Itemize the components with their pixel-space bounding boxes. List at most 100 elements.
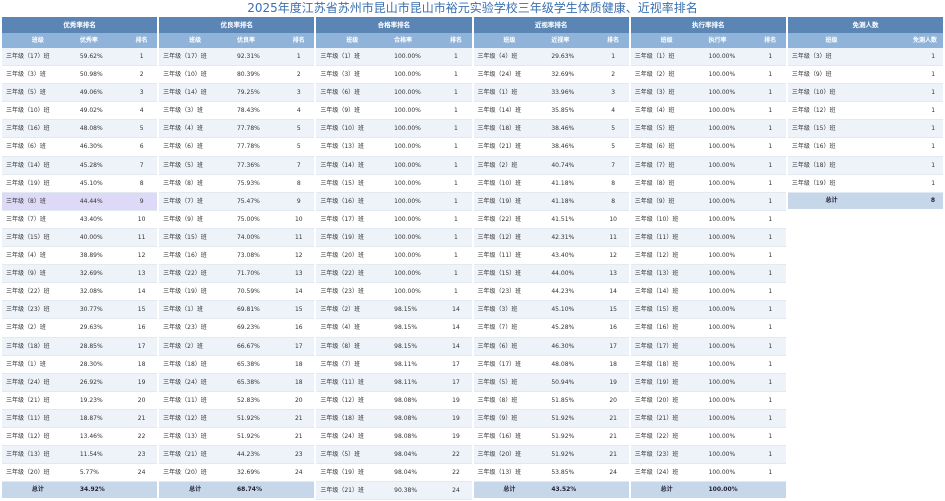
table-row-cell: 三年级（18）班 xyxy=(791,161,836,169)
table-header-cell: 班级 xyxy=(346,37,359,44)
table-row-cell: 三年级（3）班 xyxy=(320,71,361,79)
table-row: 三年级（3）班 1 xyxy=(787,48,944,67)
table-header-cell: 排名 xyxy=(607,37,620,44)
table-row: 三年级（9）班 32.69% 13 xyxy=(2,265,158,284)
table-row: 三年级（4）班 38.89% 12 xyxy=(2,247,158,266)
table-row-cell: 三年级（18）班 xyxy=(320,414,364,422)
table-row-cell: 1 xyxy=(931,71,936,79)
table-row: 三年级（20）班 32.69% 24 xyxy=(159,464,315,483)
table-row-cell: 三年级（12）班 xyxy=(477,233,522,241)
table-row-cell: 三年级（6）班 xyxy=(6,143,46,151)
table-row-cell: 1 xyxy=(454,179,458,187)
table-row: 三年级（3）班 100.00% 1 xyxy=(630,84,786,103)
table-row: 三年级（21）班 38.46% 5 xyxy=(473,138,629,157)
table-row-cell: 三年级（1）班 xyxy=(6,360,46,368)
table-row: 三年级（1）班 69.81% 15 xyxy=(159,301,315,320)
table-row-cell: 100.00% xyxy=(708,53,736,60)
table-body: 三年级（17）班 92.31% 1 三年级（10）班 80.39% 2 三年级（14）班 79… xyxy=(159,48,315,483)
table-row: 三年级（16）班 73.08% 12 xyxy=(159,247,315,266)
table-row-cell: 49.06% xyxy=(79,89,103,97)
table-row-cell: 51.92% xyxy=(236,414,260,422)
table-row: 三年级（10）班 49.02% 4 xyxy=(2,102,158,121)
table-row-cell: 100.00% xyxy=(708,252,736,260)
table-row-cell: 三年级（8）班 xyxy=(634,179,675,187)
table-row: 三年级（16）班 48.08% 5 xyxy=(2,120,158,139)
table-row-cell: 70.59% xyxy=(236,288,260,296)
table-row: 三年级（20）班 51.92% 21 xyxy=(473,446,629,465)
table-row: 三年级（7）班 100.00% 1 xyxy=(630,156,786,175)
table-row-cell: 1 xyxy=(931,179,936,187)
table-row-cell: 三年级（22）班 xyxy=(320,270,364,278)
table-row-cell: 5 xyxy=(611,143,616,151)
table-row-cell: 38.46% xyxy=(551,125,575,133)
table-row: 三年级（18）班 100.00% 1 xyxy=(630,355,786,374)
table-row-cell: 三年级（11）班 xyxy=(163,396,207,404)
table-row: 三年级（23）班 100.00% 1 xyxy=(630,446,786,465)
table-row-cell: 51.85% xyxy=(551,396,575,404)
table-row-cell: 100.00% xyxy=(708,197,736,205)
table-row: 三年级（23）班 100.00% 1 xyxy=(316,283,472,302)
table-row-cell: 50.94% xyxy=(551,378,575,386)
table-row-cell: 三年级（22）班 xyxy=(634,432,679,440)
table-row-cell: 71.70% xyxy=(236,270,260,278)
table-row-cell: 4 xyxy=(296,107,301,115)
table-row: 三年级（8）班 100.00% 1 xyxy=(630,174,786,193)
table-row-cell: 三年级（6）班 xyxy=(634,143,675,151)
table-row-cell: 75.93% xyxy=(236,179,260,187)
table-row: 三年级（10）班 41.18% 8 xyxy=(473,174,629,193)
table-row-cell: 三年级（3）班 xyxy=(6,71,46,79)
table-row-cell: 65.38% xyxy=(236,378,260,386)
table-row-cell: 19 xyxy=(452,414,460,422)
table-row-cell: 1 xyxy=(768,414,773,422)
table-row-cell: 98.15% xyxy=(394,324,418,332)
table-excellent: 优秀率排名 班级 优秀率 排名 三年级（17）班 59.62% 1 三年级（3）班 50.98%… xyxy=(2,17,158,500)
table-row-cell: 1 xyxy=(768,71,773,79)
table-row: 三年级（6）班 77.78% 5 xyxy=(159,138,315,157)
table-row-cell: 3 xyxy=(611,89,616,97)
table-row-cell: 三年级（21）班 xyxy=(477,143,522,151)
table-row: 三年级（5）班 100.00% 1 xyxy=(630,120,786,139)
table-row-cell: 三年级（13）班 xyxy=(6,451,50,459)
table-myopia: 近视率排名 班级 近视率 排名 三年级（4）班 29.63% 1 三年级（24）班 32.69%… xyxy=(473,17,629,500)
table-row-cell: 三年级（15）班 xyxy=(791,125,836,133)
table-row-cell: 三年级（23）班 xyxy=(320,288,364,296)
table-row-cell: 100.00% xyxy=(394,179,421,187)
table-row: 三年级（11）班 52.83% 20 xyxy=(159,391,315,410)
table-row-cell: 三年级（15）班 xyxy=(163,233,207,241)
table-row-cell: 三年级（21）班 xyxy=(163,451,207,459)
table-row-cell: 三年级（19）班 xyxy=(320,233,364,241)
table-row: 三年级（22）班 41.51% 10 xyxy=(473,210,629,229)
table-row: 三年级（8）班 98.15% 14 xyxy=(316,337,472,356)
table-header-cell: 排名 xyxy=(135,37,148,44)
table-row-cell: 11.54% xyxy=(79,451,103,459)
table-row-cell: 1 xyxy=(768,288,773,296)
table-row-cell: 1 xyxy=(139,53,144,60)
table-row-cell: 1 xyxy=(931,125,936,133)
table-header-cell: 班级 xyxy=(31,37,44,44)
table-row: 三年级（3）班 78.43% 4 xyxy=(159,102,315,121)
table-row-cell: 3 xyxy=(139,89,144,97)
table-total-row-cell xyxy=(755,482,786,498)
table-row-cell: 三年级（17）班 xyxy=(163,53,207,60)
table-row-cell: 1 xyxy=(768,342,773,350)
table-row-cell: 三年级（4）班 xyxy=(477,53,518,60)
table-header: 班级 优良率 排名 xyxy=(159,33,315,48)
table-row: 三年级（15）班 74.00% 11 xyxy=(159,228,315,248)
table-row: 三年级（20）班 100.00% 1 xyxy=(630,391,786,410)
table-row: 三年级（15）班 100.00% 1 xyxy=(316,174,472,193)
table-row-cell: 43.40% xyxy=(79,215,103,223)
table-row-cell: 100.00% xyxy=(708,396,736,404)
table-row-cell: 19 xyxy=(609,378,617,386)
table-row: 三年级（14）班 45.28% 7 xyxy=(2,156,158,175)
table-row-cell: 21 xyxy=(294,432,303,440)
table-row-cell: 三年级（7）班 xyxy=(6,215,46,223)
table-row-cell: 24 xyxy=(137,469,146,477)
table-row-cell: 23 xyxy=(294,451,303,459)
table-row-cell: 29.63% xyxy=(79,324,103,332)
table-row-cell: 7 xyxy=(296,161,301,169)
table-row-cell: 三年级（15）班 xyxy=(477,270,522,278)
table-row: 三年级（4）班 100.00% 1 xyxy=(630,102,786,121)
table-pass: 合格率排名 班级 合格率 排名 三年级（1）班 100.00% 1 三年级（3）班 100.00… xyxy=(316,17,472,500)
table-row-cell: 98.15% xyxy=(394,306,418,314)
table-row-cell: 1 xyxy=(768,197,773,205)
